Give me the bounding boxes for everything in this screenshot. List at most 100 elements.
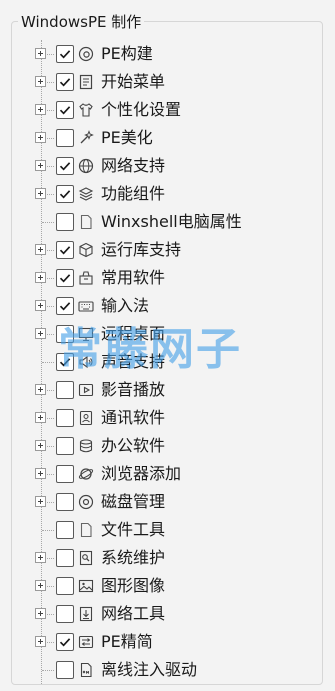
- item-checkbox[interactable]: [56, 633, 74, 651]
- expand-icon[interactable]: [35, 272, 46, 283]
- globe-icon: [78, 158, 94, 174]
- tree-item[interactable]: 影音播放: [0, 376, 335, 404]
- item-checkbox[interactable]: [56, 605, 74, 623]
- item-checkbox[interactable]: [56, 213, 74, 231]
- tree-item-label: 网络工具: [101, 604, 166, 623]
- expand-icon[interactable]: [35, 496, 46, 507]
- expand-icon[interactable]: [35, 328, 46, 339]
- file-icon: [78, 522, 94, 538]
- tree-item-label: 功能组件: [101, 184, 166, 203]
- tree-item-label: 个性化设置: [101, 100, 182, 119]
- tree-item[interactable]: 离线注入驱动: [0, 656, 335, 684]
- item-checkbox[interactable]: [56, 269, 74, 287]
- item-checkbox[interactable]: [56, 521, 74, 539]
- tree-item-label: PE精简: [101, 632, 153, 651]
- item-checkbox[interactable]: [56, 549, 74, 567]
- tree-item[interactable]: 运行库支持: [0, 236, 335, 264]
- search-document-icon: [78, 550, 94, 566]
- image-icon: [78, 578, 94, 594]
- item-checkbox[interactable]: [56, 437, 74, 455]
- expand-icon[interactable]: [35, 104, 46, 115]
- expand-icon[interactable]: [35, 440, 46, 451]
- expand-icon[interactable]: [35, 300, 46, 311]
- item-checkbox[interactable]: [56, 409, 74, 427]
- tree-item[interactable]: 系统维护: [0, 544, 335, 572]
- tree-item[interactable]: 常用软件: [0, 264, 335, 292]
- expand-icon[interactable]: [35, 160, 46, 171]
- tree-item[interactable]: 开始菜单: [0, 68, 335, 96]
- item-checkbox[interactable]: [56, 465, 74, 483]
- checkmark-icon: [59, 106, 71, 115]
- expand-icon[interactable]: [35, 132, 46, 143]
- expand-icon[interactable]: [35, 384, 46, 395]
- tree-item[interactable]: Winxshell电脑属性: [0, 208, 335, 236]
- item-checkbox[interactable]: [56, 493, 74, 511]
- item-checkbox[interactable]: [56, 381, 74, 399]
- item-checkbox[interactable]: [56, 577, 74, 595]
- expand-icon[interactable]: [35, 552, 46, 563]
- checkmark-icon: [59, 162, 71, 171]
- tree-item[interactable]: 网络支持: [0, 152, 335, 180]
- list-settings-icon: [78, 634, 94, 650]
- checkmark-icon: [59, 302, 71, 311]
- expand-icon[interactable]: [35, 188, 46, 199]
- tree-connector: [42, 670, 54, 671]
- cube-icon: [78, 242, 94, 258]
- expand-icon[interactable]: [35, 580, 46, 591]
- contact-card-icon: [78, 410, 94, 426]
- tree-item[interactable]: 通讯软件: [0, 404, 335, 432]
- tree-item[interactable]: 功能组件: [0, 180, 335, 208]
- tree-item[interactable]: 磁盘管理: [0, 488, 335, 516]
- tree-item-label: 网络支持: [101, 156, 166, 175]
- expand-icon[interactable]: [35, 76, 46, 87]
- tree-item-label: 系统维护: [101, 548, 166, 567]
- expand-icon[interactable]: [35, 244, 46, 255]
- checkmark-icon: [59, 274, 71, 283]
- tree-item[interactable]: 网络工具: [0, 600, 335, 628]
- tree-item-label: 运行库支持: [101, 240, 182, 259]
- item-checkbox[interactable]: [56, 241, 74, 259]
- database-icon: [78, 438, 94, 454]
- file-icon: [78, 214, 94, 230]
- checkmark-icon: [59, 50, 71, 59]
- tree-item-label: 常用软件: [101, 268, 166, 287]
- tree-item[interactable]: 图形图像: [0, 572, 335, 600]
- tree-item-label: Winxshell电脑属性: [101, 212, 242, 231]
- expand-icon[interactable]: [35, 636, 46, 647]
- group-title: WindowsPE 制作: [18, 12, 145, 32]
- item-checkbox[interactable]: [56, 45, 74, 63]
- tree-item[interactable]: 浏览器添加: [0, 460, 335, 488]
- item-checkbox[interactable]: [56, 129, 74, 147]
- tree-item-label: 通讯软件: [101, 408, 166, 427]
- tree-item[interactable]: 文件工具: [0, 516, 335, 544]
- tree-item-label: 文件工具: [101, 520, 166, 539]
- tree-item[interactable]: PE精简: [0, 628, 335, 656]
- expand-icon[interactable]: [35, 48, 46, 59]
- package-icon: [78, 270, 94, 286]
- tree-item[interactable]: 办公软件: [0, 432, 335, 460]
- item-checkbox[interactable]: [56, 157, 74, 175]
- item-checkbox[interactable]: [56, 185, 74, 203]
- tree-connector: [42, 362, 54, 363]
- magic-wand-icon: [78, 130, 94, 146]
- tree-item-label: 开始菜单: [101, 72, 166, 91]
- tree-item[interactable]: 个性化设置: [0, 96, 335, 124]
- item-checkbox[interactable]: [56, 101, 74, 119]
- tree-connector: [42, 222, 54, 223]
- tree-item[interactable]: PE构建: [0, 40, 335, 68]
- download-icon: [78, 606, 94, 622]
- gear-circle-icon: [78, 46, 94, 62]
- tree-item-label: PE美化: [101, 128, 153, 147]
- expand-icon[interactable]: [35, 468, 46, 479]
- expand-icon[interactable]: [35, 608, 46, 619]
- expand-icon[interactable]: [35, 412, 46, 423]
- tree-item-label: 影音播放: [101, 380, 166, 399]
- tree-item[interactable]: PE美化: [0, 124, 335, 152]
- tree-item-label: 磁盘管理: [101, 492, 166, 511]
- tree-item-label: PE构建: [101, 44, 153, 63]
- xml-file-icon: [78, 662, 94, 678]
- tshirt-icon: [78, 102, 94, 118]
- item-checkbox[interactable]: [56, 73, 74, 91]
- item-checkbox[interactable]: [56, 661, 74, 679]
- document-list-icon: [78, 74, 94, 90]
